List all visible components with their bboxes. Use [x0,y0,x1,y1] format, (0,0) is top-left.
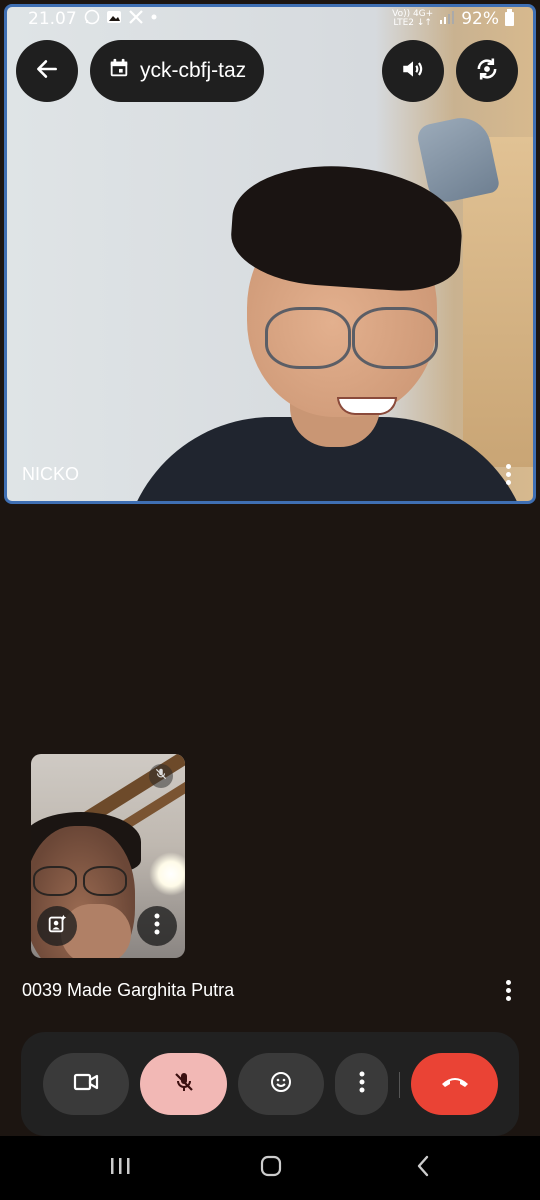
controls-divider [399,1072,400,1098]
switch-camera-icon [473,55,501,88]
reactions-button[interactable] [238,1053,324,1115]
ceiling-light [149,852,185,896]
network-bottom: LTE2 ↓↑ [393,18,432,28]
status-bar: 21.07 Vo)) 4G+ LTE2 ↓↑ 92% [0,0,540,40]
participant-smile [337,397,397,415]
switch-camera-button[interactable] [456,40,518,102]
signal-icon [439,9,455,29]
status-time: 21.07 [28,9,77,29]
emoji-icon [269,1070,293,1099]
calendar-icon [108,57,130,85]
glasses-left [265,307,351,369]
self-video-tile[interactable] [31,754,185,958]
self-glasses-right [83,866,127,896]
end-call-icon [440,1074,470,1095]
x-icon [128,9,144,29]
call-controls [21,1032,519,1136]
self-muted-indicator [149,764,173,788]
more-options-button[interactable] [335,1053,388,1115]
network-indicator: Vo)) 4G+ LTE2 ↓↑ [392,10,433,28]
mic-toggle-button[interactable] [140,1053,227,1115]
system-navigation-bar [0,1136,540,1200]
dot-icon [150,9,158,29]
speaker-icon [400,56,426,87]
recents-button[interactable] [80,1136,160,1200]
recents-icon [109,1156,131,1181]
end-call-button[interactable] [411,1053,498,1115]
main-participant-name: NICKO [22,464,80,484]
battery-percent: 92% [461,9,499,29]
notification-icons [84,9,158,29]
mic-off-small-icon [154,767,168,786]
self-tile-more-button[interactable] [137,906,177,946]
visual-effects-button[interactable] [37,906,77,946]
home-button[interactable] [231,1136,311,1200]
meeting-info-button[interactable]: yck-cbfj-taz [90,40,265,102]
self-participant-name: 0039 Made Garghita Putra [22,980,235,1000]
camera-icon [73,1071,99,1098]
camera-toggle-button[interactable] [43,1053,129,1115]
more-options-icon [359,1071,365,1098]
self-glasses-left [33,866,77,896]
effects-icon [46,913,68,940]
more-vert-icon [154,913,160,940]
gallery-icon [106,9,122,29]
back-icon [415,1154,431,1183]
mic-off-icon [172,1070,196,1099]
whatsapp-icon [84,9,100,29]
glasses-right [352,307,438,369]
meeting-code: yck-cbfj-taz [140,59,247,82]
home-icon [259,1154,283,1183]
audio-output-button[interactable] [382,40,444,102]
back-button[interactable] [16,40,78,102]
main-tile-more-button[interactable] [506,464,511,485]
self-name-more-button[interactable] [506,980,511,1001]
back-nav-button[interactable] [383,1136,463,1200]
battery-icon [505,9,514,26]
back-arrow-icon [34,56,60,87]
